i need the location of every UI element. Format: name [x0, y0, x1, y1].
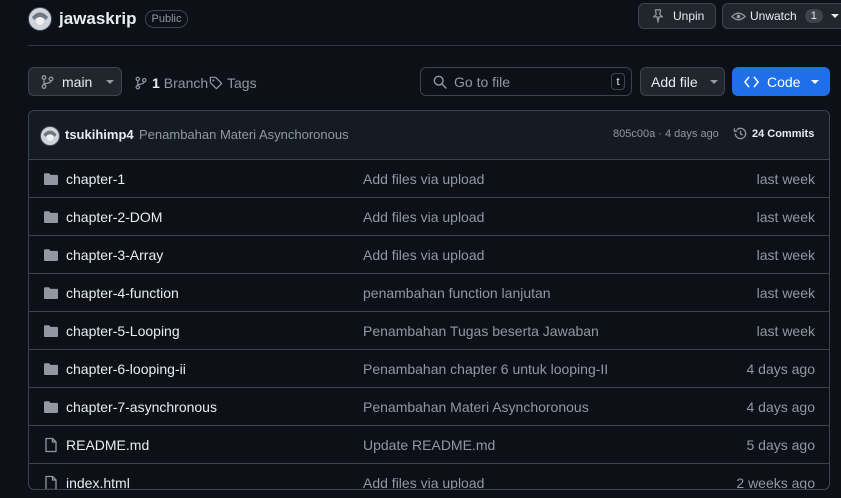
chevron-down-icon [811, 79, 820, 84]
repo-header: jawaskrip Public [28, 6, 189, 32]
unwatch-button[interactable]: Unwatch 1 [722, 3, 841, 29]
file-list: chapter-1 Add files via upload last week ch… [29, 160, 829, 490]
branch-name: main [62, 73, 93, 90]
history-icon [733, 126, 748, 141]
chevron-down-icon [709, 79, 718, 84]
file-commit-message[interactable]: Penambahan Tugas beserta Jawaban [363, 323, 599, 339]
file-name-link[interactable]: index.html [66, 475, 130, 490]
file-commit-date: 4 days ago [746, 398, 816, 415]
file-commit-date: last week [756, 284, 815, 301]
chevron-down-icon [106, 79, 115, 84]
file-commit-message[interactable]: Update README.md [363, 437, 495, 453]
commit-author-avatar[interactable] [40, 126, 60, 146]
file-commit-date: last week [756, 208, 815, 225]
file-commit-date: last week [756, 246, 815, 263]
folder-icon [43, 247, 59, 263]
file-commit-date: last week [756, 170, 815, 187]
folder-icon [43, 209, 59, 225]
file-row[interactable]: chapter-3-Array Add files via upload last … [29, 236, 829, 274]
file-commit-message[interactable]: Add files via upload [363, 247, 484, 263]
code-button[interactable]: Code [732, 67, 830, 96]
file-name-link[interactable]: chapter-7-asynchronous [66, 399, 217, 415]
file-commit-message[interactable]: penambahan function lanjutan [363, 285, 551, 301]
branches-link[interactable]: 1 Branch [135, 74, 208, 92]
file-browser: tsukihimp4 Penambahan Materi Asynchorono… [28, 110, 830, 490]
chevron-down-icon [830, 14, 839, 18]
unpin-button[interactable]: Unpin [638, 3, 716, 29]
file-name-link[interactable]: chapter-1 [66, 171, 125, 187]
file-row[interactable]: README.md Update README.md 5 days ago [29, 426, 829, 464]
add-file-label: Add file [651, 73, 698, 90]
file-icon [43, 475, 59, 489]
file-name-link[interactable]: chapter-3-Array [66, 247, 163, 263]
unwatch-label: Unwatch [750, 9, 797, 23]
code-icon [744, 75, 759, 89]
file-commit-date: last week [756, 322, 815, 339]
tags-label: Tags [227, 75, 257, 91]
commits-label: Commits [767, 127, 815, 140]
file-commit-date: 4 days ago [746, 360, 816, 377]
file-commit-message[interactable]: Add files via upload [363, 171, 484, 187]
unpin-label: Unpin [673, 9, 705, 23]
tags-link[interactable]: Tags [209, 74, 257, 92]
file-name-link[interactable]: README.md [66, 437, 149, 453]
search-icon [433, 75, 447, 89]
avatar-image [29, 8, 51, 30]
file-row[interactable]: chapter-5-Looping Penambahan Tugas besert… [29, 312, 829, 350]
commits-link[interactable]: 24 Commits [733, 126, 814, 141]
folder-icon [43, 323, 59, 339]
owner-avatar[interactable] [28, 7, 52, 31]
file-name-link[interactable]: chapter-2-DOM [66, 209, 162, 225]
file-row[interactable]: chapter-1 Add files via upload last week [29, 160, 829, 198]
folder-icon [43, 361, 59, 377]
latest-commit-bar: tsukihimp4 Penambahan Materi Asynchorono… [29, 111, 829, 160]
branches-label: Branch [163, 75, 209, 91]
file-name-link[interactable]: chapter-5-Looping [66, 323, 180, 339]
commit-message[interactable]: Penambahan Materi Asynchoronous [139, 127, 349, 142]
visibility-badge: Public [144, 10, 189, 28]
file-name-link[interactable]: chapter-6-looping-ii [66, 361, 186, 377]
file-row[interactable]: index.html Add files via upload 2 weeks ag… [29, 464, 829, 490]
file-commit-date: 5 days ago [746, 436, 816, 453]
commit-author[interactable]: tsukihimp4 [65, 127, 134, 142]
avatar-image [41, 127, 59, 145]
folder-icon [43, 171, 59, 187]
file-commit-message[interactable]: Penambahan Materi Asynchoronous [363, 399, 589, 415]
folder-icon [43, 285, 59, 301]
file-commit-message[interactable]: Add files via upload [363, 209, 484, 225]
file-row[interactable]: chapter-4-function penambahan function la… [29, 274, 829, 312]
folder-icon [43, 399, 59, 415]
commits-count: 24 [752, 127, 765, 140]
file-row[interactable]: chapter-2-DOM Add files via upload last we… [29, 198, 829, 236]
go-to-file-search[interactable]: Go to file t [420, 67, 632, 96]
branch-select-button[interactable]: main [28, 67, 122, 96]
commit-hash-time[interactable]: 805c00a · 4 days ago [613, 128, 719, 140]
watch-count: 1 [804, 9, 823, 23]
file-commit-message[interactable]: Penambahan chapter 6 untuk looping-II [363, 361, 608, 377]
git-branch-icon [135, 76, 147, 90]
eye-icon [731, 9, 746, 24]
file-icon [43, 437, 59, 453]
file-commit-message[interactable]: Add files via upload [363, 475, 484, 490]
file-row[interactable]: chapter-7-asynchronous Penambahan Materi … [29, 388, 829, 426]
repo-name-link[interactable]: jawaskrip [59, 9, 137, 29]
file-name-link[interactable]: chapter-4-function [66, 285, 179, 301]
tag-icon [209, 76, 223, 90]
search-placeholder: Go to file [454, 73, 511, 90]
search-shortcut-key: t [611, 73, 625, 90]
code-label: Code [767, 73, 801, 90]
file-row[interactable]: chapter-6-looping-ii Penambahan chapter 6… [29, 350, 829, 388]
pin-icon [651, 9, 665, 23]
git-branch-icon [41, 74, 54, 89]
branches-count: 1 [152, 75, 160, 91]
add-file-button[interactable]: Add file [640, 67, 725, 96]
file-commit-date: 2 weeks ago [736, 474, 815, 490]
header-divider [28, 45, 841, 46]
